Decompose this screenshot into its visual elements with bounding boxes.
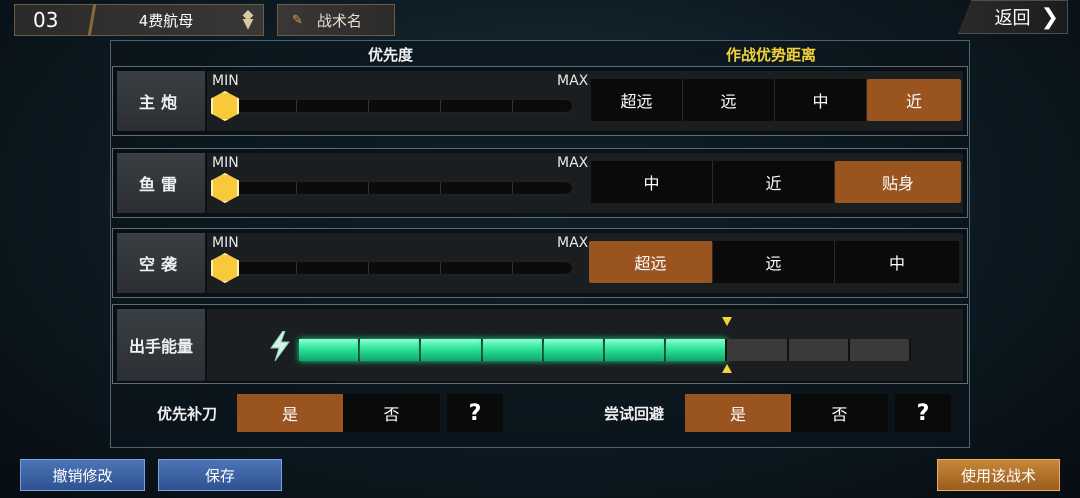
energy-label: 出手能量 bbox=[117, 309, 205, 381]
weapon-row-torpedo: 鱼雷 MIN MAX 中 近 贴身 bbox=[112, 148, 968, 218]
priority-finish-help-button[interactable]: ? bbox=[447, 394, 503, 432]
try-evade-help-button[interactable]: ? bbox=[895, 394, 951, 432]
distance-option-selected[interactable]: 近 bbox=[867, 79, 961, 121]
energy-segment-filled bbox=[482, 339, 544, 361]
energy-bar[interactable] bbox=[299, 339, 911, 361]
energy-segment-empty bbox=[849, 339, 911, 361]
priority-slider-knob[interactable] bbox=[211, 253, 239, 283]
priority-finish-label: 优先补刀 bbox=[157, 405, 218, 423]
energy-segment-filled bbox=[421, 339, 483, 361]
slot-divider bbox=[85, 4, 99, 36]
distance-option[interactable]: 远 bbox=[683, 79, 775, 121]
energy-segment-empty bbox=[727, 339, 789, 361]
distance-option[interactable]: 中 bbox=[775, 79, 867, 121]
weapon-row-main-gun: 主炮 MIN MAX 超远 远 中 近 bbox=[112, 66, 968, 136]
priority-finish-yes-button[interactable]: 是 bbox=[237, 394, 343, 432]
try-evade-toggle: 是 否 bbox=[685, 394, 888, 432]
priority-slider-track[interactable] bbox=[217, 261, 573, 275]
fleet-name: 4费航母 bbox=[138, 11, 194, 30]
distance-option[interactable]: 中 bbox=[835, 241, 959, 283]
energy-segment-filled bbox=[605, 339, 667, 361]
slider-min-label: MIN bbox=[212, 73, 239, 89]
slider-tick bbox=[296, 100, 297, 112]
back-button[interactable]: 返回 ❯ bbox=[958, 0, 1068, 34]
lightning-icon bbox=[270, 331, 290, 361]
weapon-body: MIN MAX 超远 远 中 近 bbox=[207, 71, 963, 131]
distance-selector: 超远 远 中 近 bbox=[591, 79, 961, 121]
up-down-arrow-icon[interactable]: ◆ ▼ bbox=[233, 4, 263, 36]
try-evade-yes-button[interactable]: 是 bbox=[685, 394, 791, 432]
save-button[interactable]: 保存 bbox=[158, 459, 282, 491]
energy-segment-filled bbox=[299, 339, 361, 361]
energy-segment-empty bbox=[788, 339, 850, 361]
energy-body bbox=[207, 309, 963, 381]
weapon-label: 主炮 bbox=[117, 71, 205, 131]
energy-row: 出手能量 bbox=[112, 304, 968, 384]
use-tactic-button[interactable]: 使用该战术 bbox=[937, 459, 1060, 491]
fleet-slot-selector[interactable]: 03 4费航母 ◆ ▼ bbox=[14, 4, 264, 36]
slider-tick bbox=[512, 262, 513, 274]
weapon-body: MIN MAX 中 近 贴身 bbox=[207, 153, 963, 213]
weapon-label: 空袭 bbox=[117, 233, 205, 293]
priority-finish-no-button[interactable]: 否 bbox=[343, 394, 440, 432]
back-label: 返回 bbox=[994, 8, 1031, 29]
slider-max-label: MAX bbox=[557, 73, 589, 89]
combat-distance-header: 作战优势距离 bbox=[726, 46, 817, 64]
distance-option[interactable]: 远 bbox=[713, 241, 835, 283]
energy-marker-top[interactable] bbox=[722, 317, 733, 326]
try-evade-label: 尝试回避 bbox=[604, 405, 665, 423]
distance-option[interactable]: 中 bbox=[591, 161, 713, 203]
fleet-slot-number: 03 bbox=[33, 8, 59, 32]
priority-slider-track[interactable] bbox=[217, 99, 573, 113]
pencil-icon: ✎ bbox=[292, 12, 303, 28]
distance-selector: 超远 远 中 bbox=[589, 241, 959, 283]
energy-segment-filled bbox=[666, 339, 728, 361]
slider-max-label: MAX bbox=[557, 155, 589, 171]
weapon-row-air-strike: 空袭 MIN MAX 超远 远 中 bbox=[112, 228, 968, 298]
slider-tick bbox=[440, 262, 441, 274]
slider-tick bbox=[512, 100, 513, 112]
slider-tick bbox=[296, 262, 297, 274]
tactic-name-button[interactable]: ✎ 战术名 bbox=[277, 4, 395, 36]
distance-selector: 中 近 贴身 bbox=[591, 161, 961, 203]
weapon-body: MIN MAX 超远 远 中 bbox=[207, 233, 963, 293]
chevron-right-icon: ❯ bbox=[1040, 4, 1059, 30]
slider-tick bbox=[440, 100, 441, 112]
slider-min-label: MIN bbox=[212, 235, 239, 251]
slider-tick bbox=[368, 100, 369, 112]
priority-slider-knob[interactable] bbox=[211, 91, 239, 121]
priority-slider-track[interactable] bbox=[217, 181, 573, 195]
distance-option-selected[interactable]: 超远 bbox=[589, 241, 713, 283]
slider-max-label: MAX bbox=[557, 235, 589, 251]
distance-option[interactable]: 超远 bbox=[591, 79, 683, 121]
priority-finish-toggle: 是 否 bbox=[237, 394, 440, 432]
priority-slider-knob[interactable] bbox=[211, 173, 239, 203]
distance-option[interactable]: 近 bbox=[713, 161, 835, 203]
slider-tick bbox=[296, 182, 297, 194]
weapon-label: 鱼雷 bbox=[117, 153, 205, 213]
distance-option-selected[interactable]: 贴身 bbox=[835, 161, 961, 203]
undo-changes-button[interactable]: 撤销修改 bbox=[20, 459, 145, 491]
slider-tick bbox=[440, 182, 441, 194]
slider-tick bbox=[368, 262, 369, 274]
priority-header: 优先度 bbox=[368, 46, 414, 64]
slider-tick bbox=[368, 182, 369, 194]
slider-min-label: MIN bbox=[212, 155, 239, 171]
energy-marker-bottom[interactable] bbox=[722, 364, 733, 373]
energy-segment-filled bbox=[360, 339, 422, 361]
try-evade-no-button[interactable]: 否 bbox=[791, 394, 888, 432]
tactic-name-label: 战术名 bbox=[316, 11, 362, 30]
energy-segment-filled bbox=[543, 339, 605, 361]
slider-tick bbox=[512, 182, 513, 194]
